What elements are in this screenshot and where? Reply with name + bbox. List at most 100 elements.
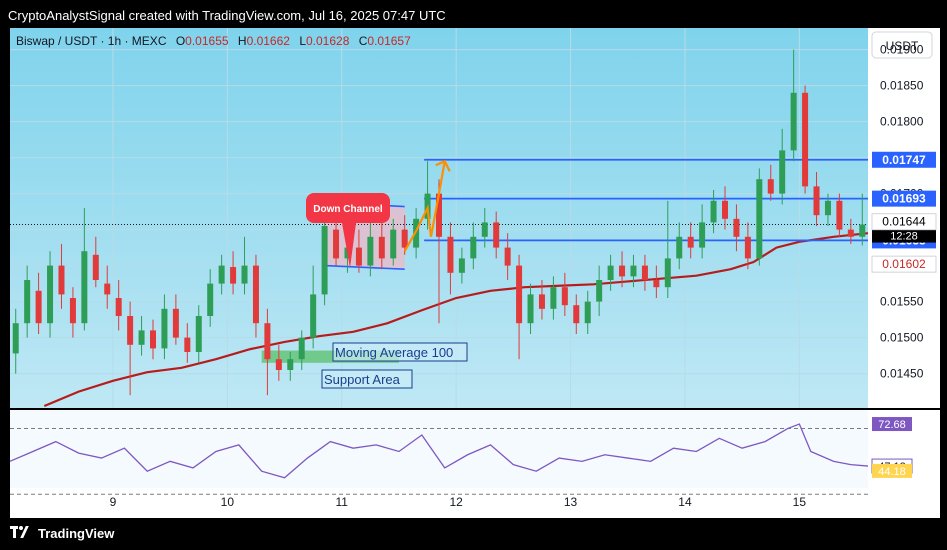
price-tick-label: 0.01450 xyxy=(880,367,924,381)
candle-body xyxy=(401,229,408,248)
candle-body xyxy=(58,265,65,295)
candle-body xyxy=(744,236,751,259)
candle-body xyxy=(664,258,671,288)
time-tick-label: 13 xyxy=(564,495,578,509)
candle-body xyxy=(676,236,683,259)
level-badge-label: 0.01693 xyxy=(882,192,926,206)
candle-body xyxy=(516,265,523,324)
price-tick-label: 0.01850 xyxy=(880,79,924,93)
candle-body xyxy=(802,92,809,187)
candle-body xyxy=(275,359,282,370)
candle-body xyxy=(767,179,774,194)
candle-body xyxy=(653,280,660,288)
candle-body xyxy=(504,247,511,266)
candle-body xyxy=(252,265,259,324)
candle-body xyxy=(527,294,534,324)
candle-body xyxy=(824,200,831,216)
time-tick-label: 14 xyxy=(678,495,692,509)
candle-body xyxy=(127,316,134,345)
candle-body xyxy=(584,301,591,324)
time-tick-label: 15 xyxy=(793,495,807,509)
chart-header: CryptoAnalystSignal created with Trading… xyxy=(8,8,446,23)
candle-body xyxy=(24,280,31,324)
legend-open-label: O xyxy=(176,34,185,48)
rsi-level-label: 72.68 xyxy=(878,419,906,431)
chart-canvas[interactable]: Down Channel Moving Average 100 Support … xyxy=(9,28,940,518)
candle-body xyxy=(218,265,225,284)
time-tick-label: 9 xyxy=(110,495,117,509)
price-tick-label: 0.01500 xyxy=(880,331,924,345)
candle-body xyxy=(184,337,191,352)
symbol-legend: Biswap / USDT · 1h · MEXC O0.01655 H0.01… xyxy=(16,34,411,48)
candle-body xyxy=(447,236,454,273)
chart-area[interactable]: Down Channel Moving Average 100 Support … xyxy=(9,28,940,518)
legend-low-value: 0.01628 xyxy=(306,34,350,48)
moving-average-label-box: Moving Average 100 xyxy=(332,342,468,362)
down-channel-label: Down Channel xyxy=(313,204,383,215)
level-badge-label: 0.01747 xyxy=(882,153,926,167)
candle-body xyxy=(207,283,214,316)
candle-body xyxy=(847,229,854,237)
rsi-level-label: 44.18 xyxy=(878,466,906,478)
candle-body xyxy=(641,265,648,280)
candle-body xyxy=(813,186,820,216)
candle-body xyxy=(172,308,179,338)
candle-body xyxy=(241,265,248,284)
candle-body xyxy=(699,222,706,248)
price-tick-label: 0.01800 xyxy=(880,115,924,129)
candle-body xyxy=(573,305,580,324)
candle-body xyxy=(390,229,397,259)
legend-close-value: 0.01657 xyxy=(367,34,411,48)
time-tick-label: 10 xyxy=(221,495,235,509)
candle-body xyxy=(47,265,54,324)
candle-body xyxy=(355,247,362,266)
candle-body xyxy=(298,337,305,360)
candle-body xyxy=(230,267,237,284)
candle-body xyxy=(687,236,694,248)
moving-average-label: Moving Average 100 xyxy=(335,345,453,360)
candle-body xyxy=(367,236,374,266)
candle-body xyxy=(195,316,202,352)
candle-body xyxy=(596,280,603,302)
candle-body xyxy=(550,287,557,309)
candle-body xyxy=(161,308,168,349)
tradingview-brand[interactable]: TradingView xyxy=(38,526,114,541)
tradingview-logo-icon xyxy=(10,526,32,540)
support-area-label: Support Area xyxy=(324,372,401,387)
legend-high-value: 0.01662 xyxy=(247,34,291,48)
candle-body xyxy=(138,330,145,345)
tradingview-footer[interactable]: TradingView xyxy=(10,522,114,544)
candle-body xyxy=(538,294,545,309)
candle-body xyxy=(790,92,797,151)
candle-body xyxy=(12,323,19,354)
candle-body xyxy=(378,236,385,259)
candle-body xyxy=(710,200,717,223)
candle-body xyxy=(756,179,763,259)
chart-frame: CryptoAnalystSignal created with Trading… xyxy=(0,0,947,550)
candle-body xyxy=(310,294,317,338)
time-tick-label: 11 xyxy=(336,495,349,509)
price-tick-label: 0.01900 xyxy=(880,43,924,57)
price-badge-label: 0.01602 xyxy=(882,257,926,271)
legend-high-label: H xyxy=(238,34,247,48)
candle-body xyxy=(115,298,122,316)
rsi-pane: 72.6847.1244.18 xyxy=(9,408,940,495)
legend-open-value: 0.01655 xyxy=(185,34,229,48)
candle-body xyxy=(470,236,477,259)
candle-body xyxy=(779,150,786,194)
candle-body xyxy=(287,359,294,370)
candle-body xyxy=(493,222,500,248)
candle-body xyxy=(35,290,42,324)
candle-body xyxy=(561,287,568,306)
legend-pair: Biswap / USDT · 1h · MEXC xyxy=(16,34,167,48)
rsi-background xyxy=(10,410,868,488)
legend-close-label: C xyxy=(359,34,368,48)
candle-body xyxy=(104,283,111,295)
candle-body xyxy=(92,254,99,280)
candle-body xyxy=(630,265,637,277)
candle-body xyxy=(836,200,843,230)
candle-body xyxy=(481,222,488,237)
candle-body xyxy=(458,258,465,273)
price-badge-countdown: 12:28 xyxy=(890,231,918,243)
candle-body xyxy=(321,226,328,295)
